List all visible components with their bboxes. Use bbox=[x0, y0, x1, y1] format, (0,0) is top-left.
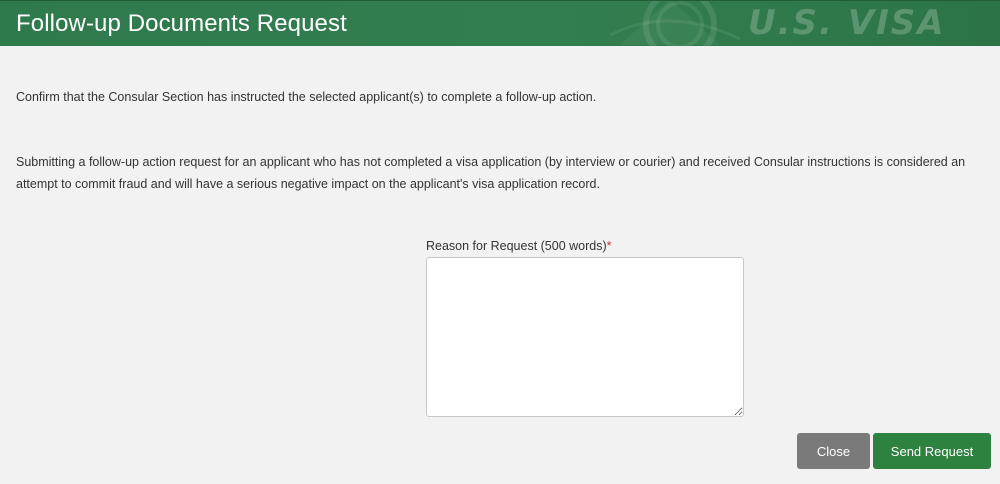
reason-textarea[interactable] bbox=[426, 257, 744, 417]
required-marker: * bbox=[606, 239, 612, 253]
modal-header: U.S. VISA Follow-up Documents Request bbox=[0, 0, 1000, 46]
reason-field-label: Reason for Request (500 words)* bbox=[426, 239, 612, 253]
reason-label-text: Reason for Request (500 words) bbox=[426, 239, 607, 253]
confirm-instruction-text: Confirm that the Consular Section has in… bbox=[16, 90, 597, 104]
send-request-button[interactable]: Send Request bbox=[873, 433, 991, 469]
close-button[interactable]: Close bbox=[797, 433, 870, 469]
visa-watermark: U.S. VISA bbox=[748, 3, 946, 43]
fraud-warning-text: Submitting a follow-up action request fo… bbox=[16, 155, 966, 191]
modal-title: Follow-up Documents Request bbox=[16, 10, 347, 37]
